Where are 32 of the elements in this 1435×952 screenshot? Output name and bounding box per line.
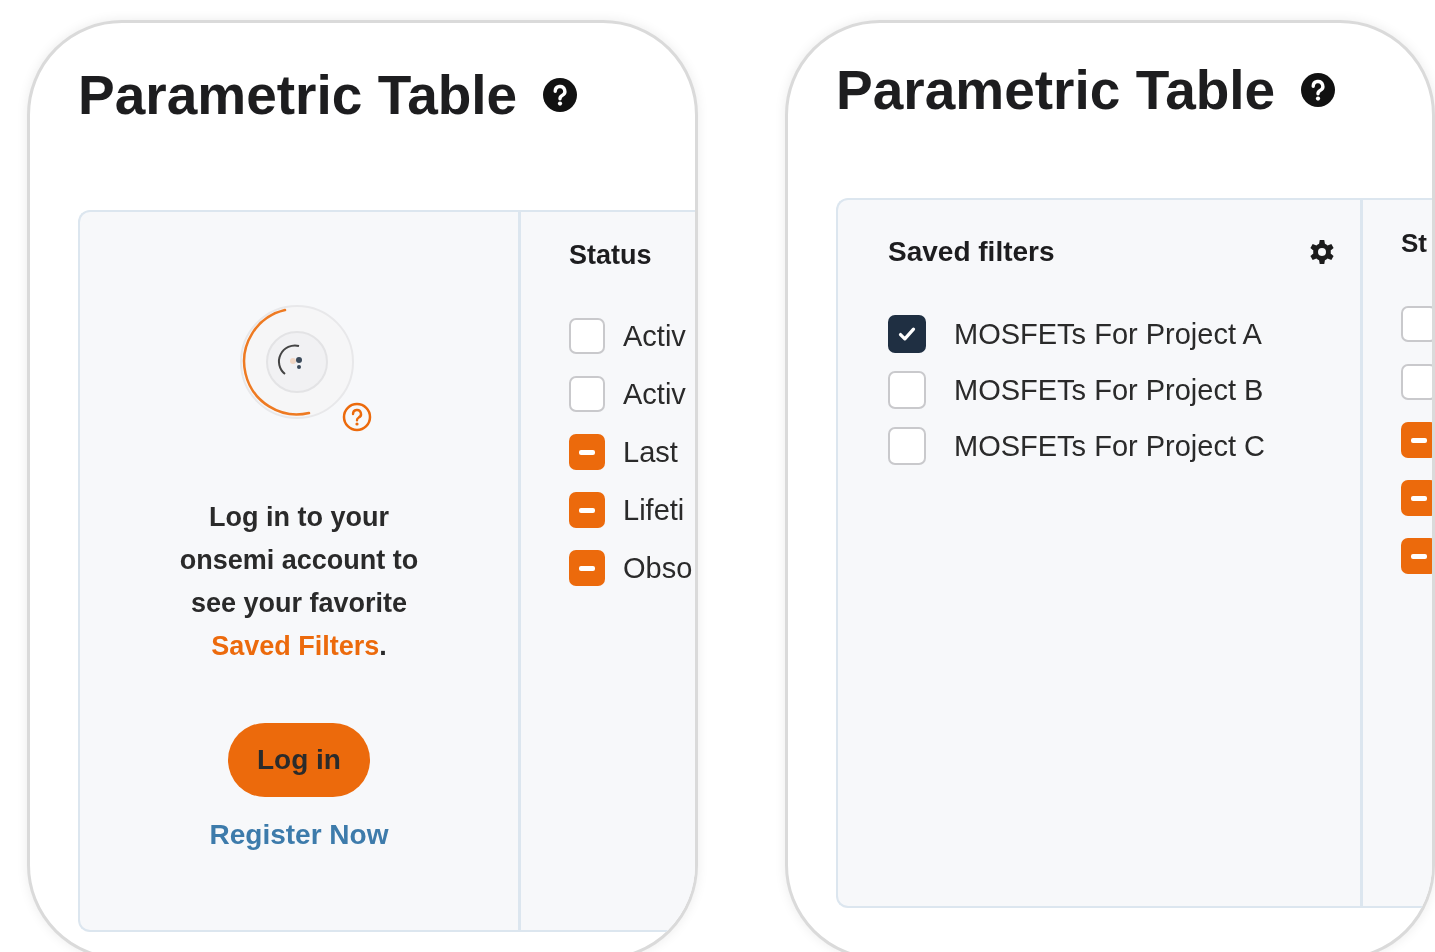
- option-label: Activ: [623, 377, 686, 411]
- option-label: Lifeti: [623, 493, 685, 527]
- section-heading: Saved filters: [888, 236, 1055, 268]
- filter-label: MOSFETs For Project C: [954, 429, 1265, 463]
- option-label: Obso: [623, 551, 693, 585]
- login-message: Log in to your onsemi account to see your favorite Saved Filters.: [178, 501, 420, 663]
- section-heading: Status: [569, 240, 653, 272]
- help-icon[interactable]: [1301, 73, 1336, 107]
- checkbox[interactable]: [888, 371, 926, 409]
- checkbox[interactable]: [569, 492, 605, 528]
- checkbox[interactable]: [569, 550, 605, 586]
- checkbox[interactable]: [888, 427, 926, 465]
- option-label: Activ: [623, 319, 686, 353]
- option-label: Last: [623, 435, 678, 469]
- login-button[interactable]: Log in: [228, 723, 370, 797]
- checkbox[interactable]: [1401, 538, 1432, 574]
- checkbox[interactable]: [1401, 480, 1432, 516]
- page-title: Parametric Table: [836, 58, 1276, 122]
- page-title: Parametric Table: [78, 63, 518, 127]
- checkbox[interactable]: [1401, 422, 1432, 458]
- checkbox[interactable]: [888, 315, 926, 353]
- filter-label: MOSFETs For Project B: [954, 373, 1264, 407]
- register-link[interactable]: Register Now: [209, 819, 389, 851]
- checkbox[interactable]: [569, 318, 605, 354]
- question-icon: [342, 402, 372, 432]
- checkbox[interactable]: [1401, 306, 1432, 342]
- checkbox[interactable]: [569, 434, 605, 470]
- filter-label: MOSFETs For Project A: [954, 317, 1262, 351]
- help-icon[interactable]: [543, 78, 578, 112]
- checkbox[interactable]: [1401, 364, 1432, 400]
- checkbox[interactable]: [569, 376, 605, 412]
- section-heading: St: [1401, 228, 1428, 260]
